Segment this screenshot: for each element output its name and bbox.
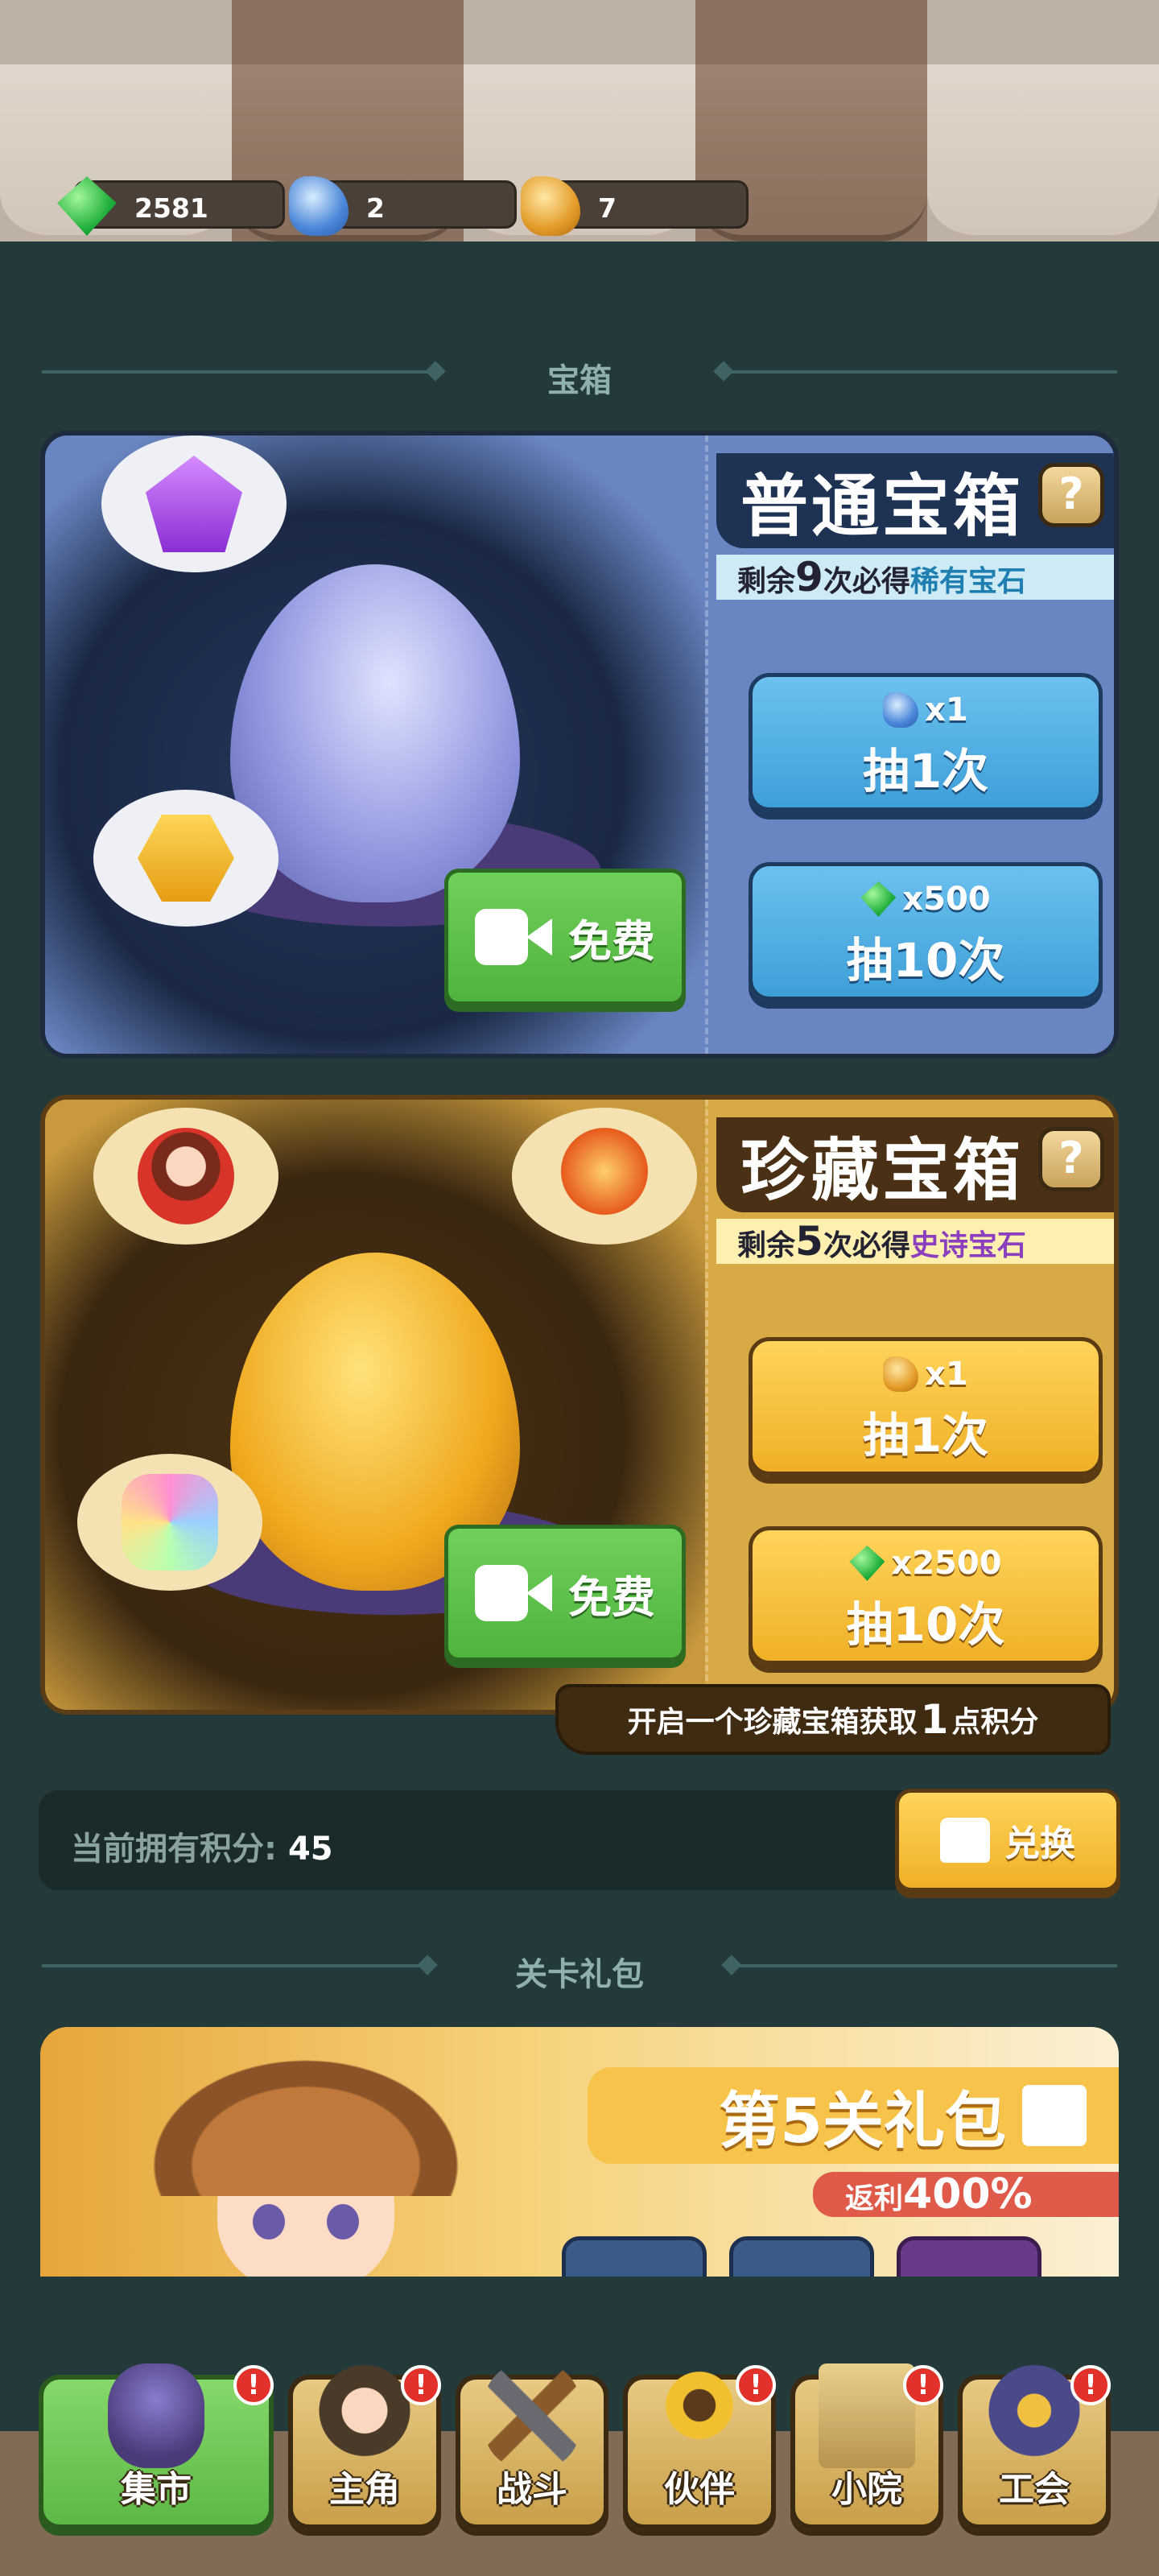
treasure-chest-panel: 免费 珍藏宝箱 ? 剩余5次必得史诗宝石 x1 抽1次 x2500 抽10次: [40, 1095, 1119, 1715]
gift-section-title: 关卡礼包: [515, 1956, 644, 1993]
treasure-draw-10-button[interactable]: x2500 抽10次: [749, 1526, 1103, 1665]
normal-chest-stage: 免费: [45, 436, 705, 1054]
normal-draw-10-button[interactable]: x500 抽10次: [749, 862, 1103, 1001]
video-camera-icon: [475, 909, 552, 965]
blue-hammer-counter: 2: [289, 176, 517, 236]
gold-hammer-counter: 7: [521, 176, 749, 236]
reward-bubble: [77, 1454, 262, 1591]
blue-hammer-icon: [883, 692, 919, 728]
mushroom-house-icon: [108, 2363, 204, 2468]
treasure-pity-ribbon: 剩余5次必得史诗宝石: [716, 1219, 1114, 1264]
notification-badge: !: [903, 2365, 943, 2405]
gold-hammer-icon: [521, 176, 580, 236]
points-note-banner: 开启一个珍藏宝箱获取 1 点积分: [555, 1684, 1111, 1755]
reward-bubble: [101, 436, 287, 572]
rebate-badge: 返利400%: [813, 2172, 1119, 2217]
normal-free-video-button[interactable]: 免费: [444, 869, 686, 1005]
gold-hammer-count: 7: [598, 192, 617, 224]
normal-chest-title: 普通宝箱: [740, 466, 1025, 546]
gold-hammer-icon: [883, 1356, 919, 1392]
castle-icon: [819, 2363, 915, 2468]
treasure-help-button[interactable]: ?: [1038, 1127, 1104, 1191]
gift-title-ribbon: 第5关礼包: [588, 2067, 1119, 2164]
free-label: 免费: [568, 1571, 655, 1623]
reward-bubble: [93, 1108, 278, 1245]
reward-bubble: [512, 1108, 697, 1245]
stage-gift-panel[interactable]: 第5关礼包 返利400%: [40, 2027, 1119, 2277]
normal-chest-side: 普通宝箱 ? 剩余9次必得稀有宝石 x1 抽1次 x500 抽10次: [705, 436, 1114, 1054]
gift-section-divider: 关卡礼包: [42, 1945, 1117, 1993]
treasure-chest-side: 珍藏宝箱 ? 剩余5次必得史诗宝石 x1 抽1次 x2500 抽10次: [705, 1100, 1114, 1710]
green-gem-icon: [860, 881, 897, 917]
free-label: 免费: [568, 915, 655, 967]
notification-badge: !: [401, 2365, 441, 2405]
exchange-button[interactable]: 兑换: [895, 1789, 1120, 1892]
blue-hammer-count: 2: [366, 192, 385, 224]
points-label: 当前拥有积分: 45: [71, 1831, 333, 1868]
guild-shield-icon: [986, 2363, 1083, 2468]
farmer-girl-illustration: [129, 2043, 483, 2277]
treasure-draw-1-button[interactable]: x1 抽1次: [749, 1337, 1103, 1476]
shop-icon: [940, 1818, 990, 1863]
chest-section-title: 宝箱: [547, 362, 612, 399]
gift-title: 第5关礼包: [719, 2085, 1006, 2157]
gem-count: 2581: [134, 192, 208, 224]
phoenix-icon: [556, 1128, 653, 1224]
normal-chest-panel: 免费 普通宝箱 ? 剩余9次必得稀有宝石 x1 抽1次 x500 抽10次: [40, 431, 1119, 1059]
nav-tab-partner[interactable]: ! 伙伴: [623, 2363, 776, 2529]
shop-page: 2581 2 7 宝箱 免费 普通宝箱 ? 剩余9次必得稀有宝石 x1 抽1次 …: [0, 0, 1159, 2576]
reward-bubble: [93, 790, 278, 927]
points-bar: 当前拥有积分: 45 兑换: [39, 1789, 1120, 1892]
gift-item-slot: [729, 2236, 874, 2277]
chest-section-divider: 宝箱: [42, 351, 1117, 399]
bottom-nav: ! 集市 ! 主角 战斗 ! 伙伴 ! 小院 ! 工会: [39, 2363, 1124, 2536]
hero-portrait-icon: [138, 1128, 234, 1224]
sunflower-icon: [651, 2363, 748, 2468]
purple-gem-icon: [146, 456, 242, 552]
notification-badge: !: [233, 2365, 274, 2405]
gem-counter[interactable]: 2581: [57, 176, 285, 236]
treasure-chest-title: 珍藏宝箱: [740, 1130, 1025, 1210]
notification-badge: !: [736, 2365, 776, 2405]
treasure-free-video-button[interactable]: 免费: [444, 1525, 686, 1662]
hero-icon: [316, 2363, 413, 2468]
gold-gem-icon: [138, 815, 234, 902]
nav-tab-market[interactable]: ! 集市: [39, 2363, 274, 2529]
video-camera-icon: [475, 1565, 552, 1621]
normal-draw-1-button[interactable]: x1 抽1次: [749, 673, 1103, 811]
green-gem-icon: [849, 1546, 885, 1581]
blue-hammer-icon: [289, 176, 349, 236]
banner-stripe: [927, 0, 1159, 242]
gift-box-icon: [1022, 2085, 1087, 2146]
points-value: 45: [287, 1831, 333, 1868]
nav-tab-battle[interactable]: 战斗: [456, 2363, 608, 2529]
notification-badge: !: [1070, 2365, 1111, 2405]
treasure-chest-stage: 免费: [45, 1100, 705, 1710]
normal-help-button[interactable]: ?: [1038, 463, 1104, 527]
crossed-tools-icon: [484, 2363, 580, 2468]
gift-item-slot: [897, 2236, 1041, 2277]
nav-tab-guild[interactable]: ! 工会: [958, 2363, 1111, 2529]
gift-item-slot: [562, 2236, 707, 2277]
nav-tab-hero[interactable]: ! 主角: [288, 2363, 441, 2529]
nav-tab-courtyard[interactable]: ! 小院: [790, 2363, 943, 2529]
straw-hat-icon: [129, 2043, 483, 2196]
rainbow-gem-icon: [122, 1474, 218, 1571]
normal-pity-ribbon: 剩余9次必得稀有宝石: [716, 555, 1114, 600]
